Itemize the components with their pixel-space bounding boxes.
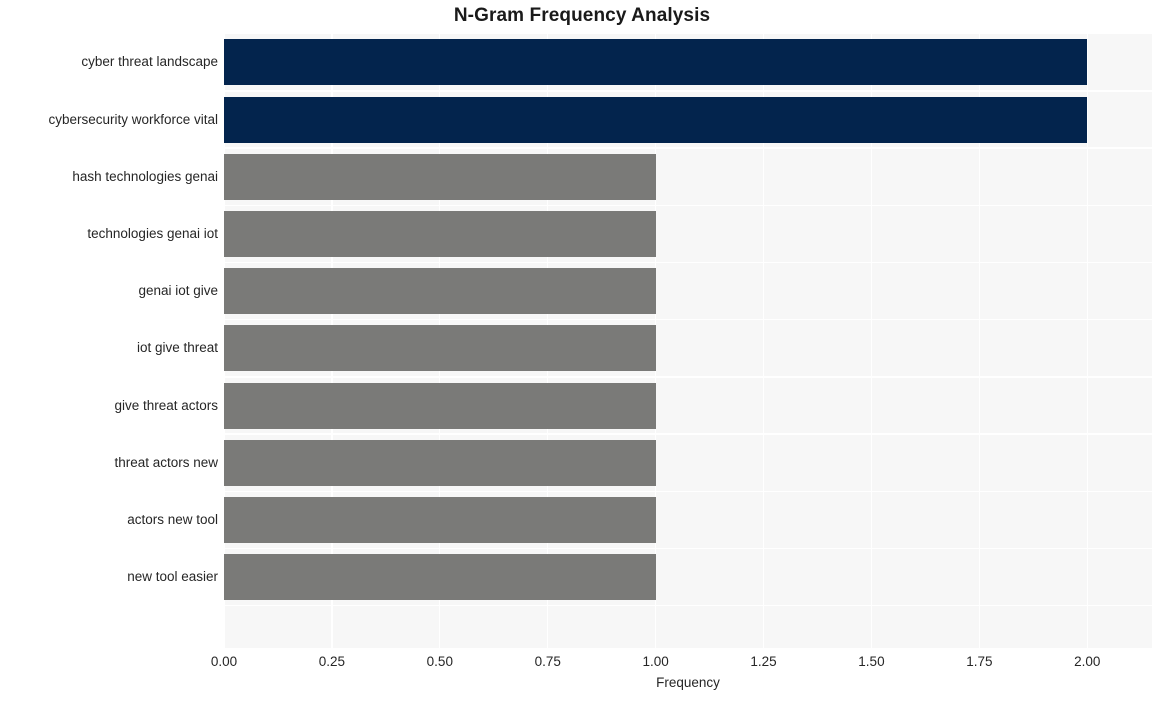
- y-tick-label: iot give threat: [136, 340, 218, 356]
- gridline-horizontal: [224, 490, 1152, 492]
- bar: [224, 210, 656, 257]
- x-tick-label: 0.50: [426, 654, 453, 669]
- y-tick-label: new tool easier: [127, 569, 218, 585]
- y-tick-label: give threat actors: [114, 397, 218, 413]
- x-tick-label: 0.00: [210, 654, 238, 669]
- y-tick-label: cyber threat landscape: [81, 54, 218, 70]
- gridline-horizontal: [224, 204, 1152, 206]
- gridline-horizontal: [224, 147, 1152, 149]
- y-tick-label: genai iot give: [138, 283, 218, 299]
- x-tick-label: 2.00: [1074, 654, 1101, 669]
- x-tick-label: 0.25: [318, 654, 346, 669]
- bar: [224, 325, 656, 372]
- gridline-horizontal: [224, 376, 1152, 378]
- bar: [224, 268, 656, 315]
- y-tick-label: actors new tool: [127, 511, 218, 527]
- gridline-horizontal: [224, 319, 1152, 321]
- y-tick-label: technologies genai iot: [87, 225, 218, 241]
- gridline-horizontal: [224, 547, 1152, 550]
- y-tick-label: cybersecurity workforce vital: [48, 111, 218, 127]
- x-tick-label: 1.75: [966, 654, 993, 669]
- bar: [224, 554, 656, 601]
- chart-title: N-Gram Frequency Analysis: [453, 5, 711, 26]
- bar: [224, 153, 656, 200]
- y-tick-label: hash technologies genai: [72, 168, 218, 184]
- bar: [224, 39, 1088, 86]
- x-tick-label: 1.25: [750, 654, 777, 669]
- gridline-horizontal: [224, 433, 1152, 435]
- bar: [224, 96, 1088, 143]
- gridline-horizontal: [224, 605, 1152, 607]
- bar: [224, 496, 656, 543]
- bar: [224, 439, 656, 486]
- bar: [224, 382, 656, 429]
- x-tick-label: 1.00: [642, 654, 669, 669]
- gridline-horizontal: [224, 261, 1152, 264]
- chart-figure: N-Gram Frequency Analysis cyber threat l…: [0, 0, 1164, 701]
- x-axis-label: Frequency: [656, 675, 720, 690]
- x-tick-label: 1.50: [858, 654, 885, 669]
- gridline-horizontal: [224, 90, 1152, 92]
- x-tick-label: 0.75: [534, 654, 561, 669]
- plot-area: [224, 34, 1152, 648]
- y-tick-label: threat actors new: [114, 454, 218, 470]
